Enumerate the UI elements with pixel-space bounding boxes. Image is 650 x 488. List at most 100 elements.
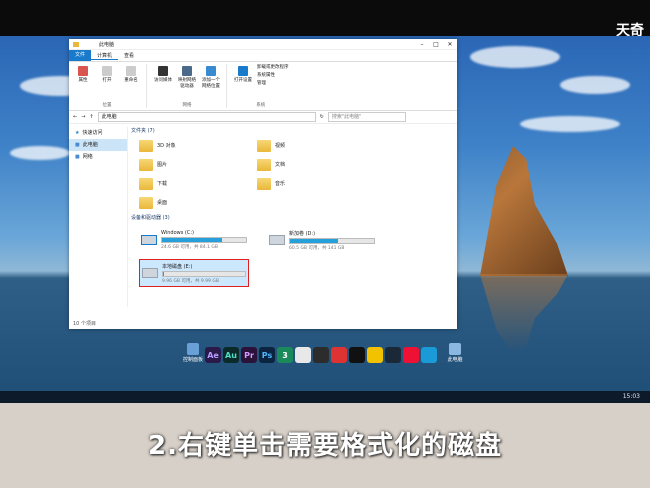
drive-usage-bar <box>161 237 247 243</box>
dock-app-drop-icon[interactable] <box>295 347 311 363</box>
open-icon <box>102 66 112 76</box>
dock-app-vs-icon[interactable] <box>313 347 329 363</box>
drive-item[interactable]: Windows (C:) 24.6 GB 可用，共 84.1 GB <box>139 227 249 253</box>
maximize-button[interactable]: □ <box>429 41 443 48</box>
rename-icon <box>126 66 136 76</box>
drive-free-space: 9.96 GB 可用，共 9.99 GB <box>162 278 219 284</box>
folder-item[interactable]: 音乐 <box>257 174 375 193</box>
dock: Ae Au Pr Ps 3 <box>205 344 437 366</box>
network-icon: ■ <box>75 154 80 160</box>
video-frame: 天奇 控制面板 此电脑 Ae Au Pr Ps 3 15:03 此电脑 – □ … <box>0 0 650 488</box>
map-network-drive-button[interactable]: 映射网络驱动器 <box>177 64 197 89</box>
ribbon-group-label: 位置 <box>102 103 112 108</box>
tab-computer[interactable]: 计算机 <box>91 52 119 60</box>
taskbar <box>0 391 650 403</box>
forward-icon[interactable]: → <box>81 114 85 120</box>
up-icon[interactable]: ↑ <box>89 114 93 120</box>
drive-usage-bar <box>289 237 375 244</box>
dock-app-netease-icon[interactable] <box>403 347 419 363</box>
open-button[interactable]: 打开 <box>97 64 117 83</box>
folder-item[interactable]: 下载 <box>139 174 257 193</box>
folder-icon <box>139 158 153 171</box>
dock-app-steam-icon[interactable] <box>385 347 401 363</box>
hard-drive-icon <box>142 268 158 278</box>
drive-name: 新加卷 (D:) <box>289 230 316 237</box>
tab-view[interactable]: 查看 <box>118 52 140 59</box>
explorer-window: 此电脑 – □ ✕ 文件 计算机 查看 属性 打开 重命名 位置 访问媒体 映射… <box>69 39 457 329</box>
network-location-icon <box>206 66 216 76</box>
drive-name: 本地磁盘 (E:) <box>162 263 193 270</box>
ribbon-tabs: 文件 计算机 查看 <box>69 50 457 62</box>
desktop-icon-this-pc[interactable]: 此电脑 <box>442 343 468 363</box>
control-panel-icon <box>187 343 199 355</box>
desktop-icon-control-panel[interactable]: 控制面板 <box>180 343 206 363</box>
drive-item-selected[interactable]: 本地磁盘 (E:) 9.96 GB 可用，共 9.99 GB <box>139 259 249 287</box>
folder-icon <box>139 139 153 152</box>
search-input[interactable]: 搜索"此电脑" <box>327 112 406 122</box>
dock-app-photoshop[interactable]: Ps <box>259 347 275 363</box>
subtitle-caption: 2.右键单击需要格式化的磁盘 <box>148 431 502 461</box>
system-properties-link[interactable]: 系统属性 <box>257 72 289 80</box>
properties-icon <box>78 66 88 76</box>
folder-icon <box>257 139 271 152</box>
drive-name: Windows (C:) <box>161 230 194 236</box>
folder-item[interactable]: 3D 对象 <box>139 136 257 155</box>
add-network-location-button[interactable]: 添加一个网络位置 <box>201 64 221 89</box>
ribbon-group-system: 打开设置 卸载或更改程序 系统属性 管理 系统 <box>233 64 294 108</box>
uninstall-program-link[interactable]: 卸载或更改程序 <box>257 64 289 72</box>
minimize-button[interactable]: – <box>415 41 429 48</box>
folder-item[interactable]: 桌面 <box>139 193 257 212</box>
folder-icon <box>139 196 153 209</box>
top-bar: 天奇 <box>0 0 650 39</box>
dock-app-3[interactable]: 3 <box>277 347 293 363</box>
dock-app-red-icon[interactable] <box>331 347 347 363</box>
window-title: 此电脑 <box>99 41 115 48</box>
nav-item-quick-access[interactable]: ★ 快速访问 <box>69 127 127 139</box>
properties-button[interactable]: 属性 <box>73 64 93 83</box>
access-media-button[interactable]: 访问媒体 <box>153 64 173 89</box>
folder-icon <box>257 177 271 190</box>
dock-app-chrome-icon[interactable] <box>367 347 383 363</box>
computer-icon <box>449 343 461 355</box>
folder-item[interactable]: 文档 <box>257 155 375 174</box>
open-settings-button[interactable]: 打开设置 <box>233 64 253 88</box>
folder-icon <box>139 177 153 190</box>
tab-file[interactable]: 文件 <box>69 50 92 61</box>
hard-drive-icon <box>269 235 285 245</box>
rock-landmark <box>480 146 568 276</box>
back-icon[interactable]: ← <box>73 114 77 120</box>
nav-item-this-pc[interactable]: ■ 此电脑 <box>69 139 127 151</box>
dock-app-audition[interactable]: Au <box>223 347 239 363</box>
folder-item[interactable]: 图片 <box>139 155 257 174</box>
manage-link[interactable]: 管理 <box>257 80 289 88</box>
close-button[interactable]: ✕ <box>443 41 457 48</box>
dock-app-edge-icon[interactable] <box>421 347 437 363</box>
nav-item-network[interactable]: ■ 网络 <box>69 151 127 163</box>
network-drive-icon <box>182 66 192 76</box>
dock-app-premiere[interactable]: Pr <box>241 347 257 363</box>
ribbon-group-label: 系统 <box>256 103 266 108</box>
status-bar: 10 个项目 <box>73 321 96 327</box>
address-bar-row: ← → ↑ 此电脑 ↻ 搜索"此电脑" <box>69 111 457 124</box>
folders-section-header[interactable]: 文件夹 (7) <box>131 127 453 136</box>
rename-button[interactable]: 重命名 <box>121 64 141 83</box>
content-pane: 文件夹 (7) 3D 对象 视频 图片 文档 下载 音乐 桌面 设备和驱动器 (… <box>131 127 453 307</box>
navigation-pane: ★ 快速访问 ■ 此电脑 ■ 网络 <box>69 127 128 307</box>
media-icon <box>158 66 168 76</box>
gear-icon <box>238 66 248 76</box>
drive-usage-bar <box>162 270 246 277</box>
drives-section-header[interactable]: 设备和驱动器 (3) <box>131 214 453 223</box>
ribbon-group-location: 属性 打开 重命名 位置 <box>73 64 147 108</box>
drive-grid: Windows (C:) 24.6 GB 可用，共 84.1 GB 新加卷 (D… <box>139 227 453 287</box>
title-bar: 此电脑 – □ ✕ <box>69 39 457 50</box>
refresh-icon[interactable]: ↻ <box>320 114 324 120</box>
drive-item[interactable]: 新加卷 (D:) 60.5 GB 可用，共 141 GB <box>267 227 377 253</box>
drive-free-space: 60.5 GB 可用，共 141 GB <box>289 245 345 251</box>
computer-icon: ■ <box>75 142 80 148</box>
windows-drive-icon <box>141 235 157 245</box>
dock-app-qq-icon[interactable] <box>349 347 365 363</box>
address-input[interactable]: 此电脑 <box>97 112 316 122</box>
folder-icon <box>257 158 271 171</box>
dock-app-after-effects[interactable]: Ae <box>205 347 221 363</box>
folder-item[interactable]: 视频 <box>257 136 375 155</box>
